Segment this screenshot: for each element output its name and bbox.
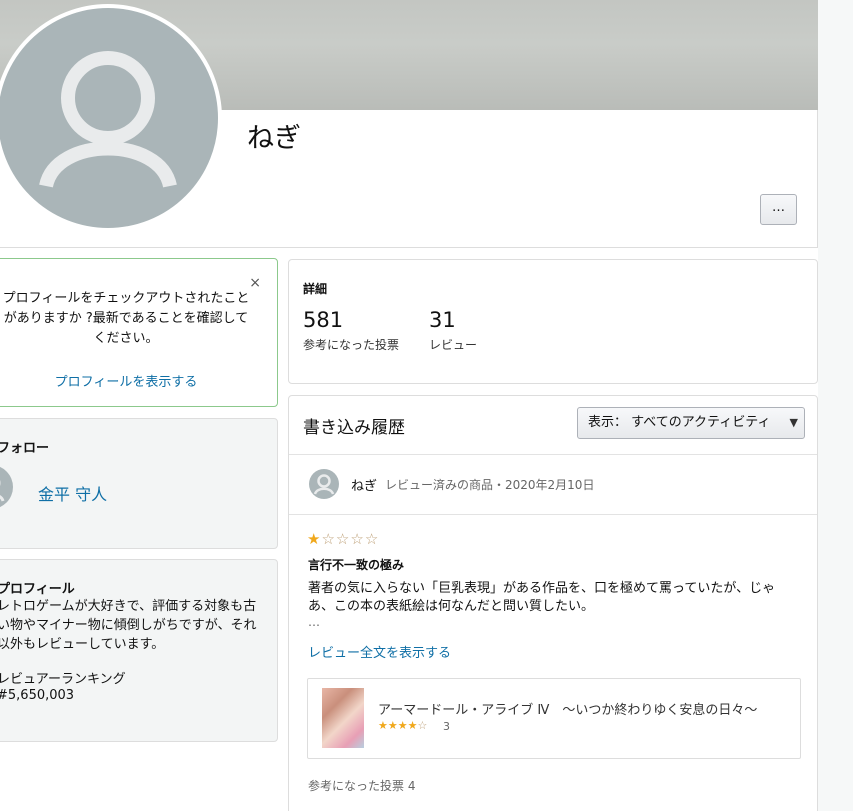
reviewed-product[interactable]: アーマードール・アライブ Ⅳ ～いつか終わりゆく安息の日々～ ★★★★☆ 3	[307, 678, 801, 759]
star-empty-icon: ☆	[417, 719, 428, 732]
page-gutter	[818, 0, 853, 811]
product-title[interactable]: アーマードール・アライブ Ⅳ ～いつか終わりゆく安息の日々～	[378, 699, 757, 718]
product-cover-image[interactable]	[322, 688, 364, 748]
star-empty-icon: ☆	[350, 530, 365, 548]
activity-user-name[interactable]: ねぎ	[351, 475, 377, 494]
helpful-votes-count: 581	[303, 308, 344, 332]
review-rating: ★☆☆☆☆	[307, 530, 379, 548]
notice-text: プロフィールをチェックアウトされたことがありますか ?最新であることを確認してく…	[2, 291, 250, 346]
star-empty-icon: ☆	[321, 530, 336, 548]
reviews-stat: 31 レビュー	[429, 308, 477, 353]
profile-check-notice: × プロフィールをチェックアウトされたことがありますか ?最新であることを確認し…	[0, 258, 278, 407]
star-filled-icon: ★	[387, 719, 398, 732]
history-title: 書き込み履歴	[303, 418, 405, 438]
follow-avatar[interactable]	[0, 465, 13, 509]
activity-filter-select[interactable]: 表示： すべてのアクティビティ ▼	[577, 407, 805, 439]
reviews-label: レビュー	[429, 338, 478, 352]
user-silhouette-icon	[313, 474, 335, 495]
review-body: 著者の気に入らない「巨乳表現」がある作品を、口を極めて罵っていたが、じゃあ、この…	[308, 581, 776, 614]
following-card: フォロー 金平 守人	[0, 418, 278, 549]
activity-meta: レビュー済みの商品・2020年2月10日	[385, 478, 595, 492]
ranking-label: レビュアーランキング	[0, 672, 126, 687]
star-empty-icon: ☆	[335, 530, 351, 548]
profile-section-title: プロフィール	[0, 582, 75, 597]
chevron-down-icon: ▼	[789, 416, 798, 429]
review-title[interactable]: 言行不一致の極み	[308, 556, 404, 573]
divider	[289, 454, 817, 455]
star-empty-icon: ☆	[364, 530, 380, 548]
product-rating: ★★★★☆	[378, 719, 427, 732]
product-rating-count[interactable]: 3	[443, 720, 450, 733]
user-silhouette-icon	[0, 479, 5, 502]
star-filled-icon: ★	[378, 719, 388, 732]
review-ellipsis: …	[308, 615, 320, 629]
user-silhouette-icon	[39, 51, 177, 189]
details-title: 詳細	[303, 282, 328, 296]
profile-bio: レトロゲームが大好きで、評価する対象も古い物やマイナー物に傾倒しがちですが、それ…	[0, 599, 257, 652]
following-title: フォロー	[0, 441, 50, 456]
more-options-button[interactable]: …	[760, 194, 797, 225]
helpful-votes-label: 参考になった投票	[303, 338, 400, 352]
ranking-value: #5,650,003	[0, 688, 75, 703]
reviews-count: 31	[429, 308, 456, 332]
activity-history-card: 書き込み履歴 表示： すべてのアクティビティ ▼ ねぎ レビュー済みの商品・20…	[288, 395, 818, 811]
profile-about-card: プロフィール レトロゲームが大好きで、評価する対象も古い物やマイナー物に傾倒しが…	[0, 559, 278, 742]
star-filled-icon: ★	[407, 719, 418, 732]
follow-user-link[interactable]: 金平 守人	[38, 481, 107, 505]
helpful-votes-stat: 581 参考になった投票	[303, 308, 399, 353]
divider	[289, 514, 817, 515]
details-card: 詳細 581 参考になった投票 31 レビュー	[288, 259, 818, 384]
profile-name: ねぎ	[247, 123, 301, 154]
filter-label: 表示： すべてのアクティビティ	[588, 415, 771, 430]
view-profile-link[interactable]: プロフィールを表示する	[0, 371, 253, 390]
read-full-review-link[interactable]: レビュー全文を表示する	[308, 642, 451, 661]
star-filled-icon: ★	[307, 530, 322, 548]
helpful-votes-note: 参考になった投票 4	[308, 779, 416, 793]
activity-avatar[interactable]	[309, 469, 339, 499]
star-filled-icon: ★	[397, 719, 408, 732]
profile-avatar[interactable]	[0, 4, 222, 232]
